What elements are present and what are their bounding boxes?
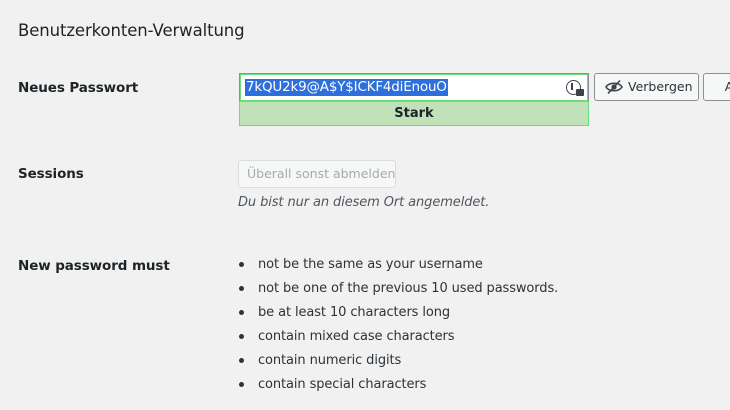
password-strength-meter: Stark (239, 101, 589, 126)
sessions-label: Sessions (18, 166, 84, 182)
section-title: Benutzerkonten-Verwaltung (18, 21, 245, 40)
requirements-label: New password must (18, 258, 170, 274)
session-note: Du bist nur an diesem Ort angemeldet. (238, 195, 490, 210)
bullet-icon (239, 286, 244, 291)
list-item: not be the same as your username (238, 253, 558, 277)
cancel-button[interactable]: Ab (703, 73, 730, 101)
lock-icon (576, 89, 584, 96)
password-input[interactable]: 7kQU2k9@A$Y$ICKF4diEnouO (239, 73, 589, 101)
new-password-label: Neues Passwort (18, 80, 139, 96)
bullet-icon (239, 262, 244, 267)
bullet-icon (239, 382, 244, 387)
hide-password-button[interactable]: Verbergen (594, 73, 699, 101)
bullet-icon (239, 334, 244, 339)
eye-slash-icon (605, 79, 623, 95)
list-item: not be one of the previous 10 used passw… (238, 277, 558, 301)
list-item: contain numeric digits (238, 349, 558, 373)
logout-everywhere-button[interactable]: Überall sonst abmelden (238, 160, 396, 188)
list-item: contain special characters (238, 373, 558, 397)
requirements-list: not be the same as your username not be … (238, 253, 558, 397)
password-value[interactable]: 7kQU2k9@A$Y$ICKF4diEnouO (245, 79, 448, 96)
hide-password-label: Verbergen (628, 79, 693, 94)
bullet-icon (239, 358, 244, 363)
password-field-group: 7kQU2k9@A$Y$ICKF4diEnouO Stark (239, 73, 589, 126)
bullet-icon (239, 310, 244, 315)
list-item: be at least 10 characters long (238, 301, 558, 325)
list-item: contain mixed case characters (238, 325, 558, 349)
